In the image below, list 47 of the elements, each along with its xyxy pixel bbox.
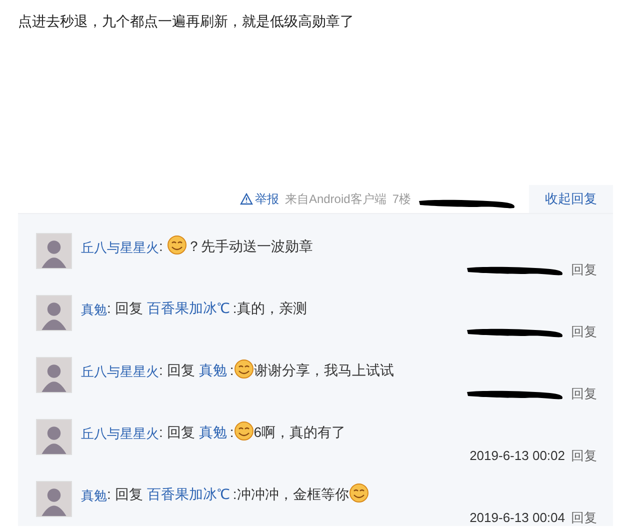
user-link[interactable]: 真勉 (81, 486, 107, 505)
user-link[interactable]: 真勉 (198, 422, 227, 443)
colon-text: : (107, 299, 111, 318)
user-link[interactable]: 丘八与星星火 (81, 362, 159, 381)
reply-prefix: 回复 (166, 361, 195, 380)
reply-link[interactable]: 回复 (571, 260, 597, 280)
colon-text: : (107, 485, 111, 504)
reply-time: 2019-6-13 00:04 (470, 509, 565, 526)
avatar-icon (36, 357, 72, 393)
floor-label: 7楼 (392, 191, 411, 208)
reply-link[interactable]: 回复 (571, 508, 597, 526)
user-link[interactable]: 丘八与星星火 (81, 238, 159, 257)
reply-text: 6啊，真的有了 (254, 423, 346, 442)
user-link[interactable]: 百香果加冰℃ (146, 298, 230, 319)
reply-time: 2019-6-13 00:02 (470, 447, 565, 466)
avatar-icon (36, 233, 72, 269)
warning-icon (240, 193, 253, 205)
reply-text: : (230, 361, 234, 380)
user-link[interactable]: 百香果加冰℃ (146, 484, 230, 505)
smiley-icon (234, 359, 254, 379)
user-link[interactable]: 丘八与星星火 (81, 424, 159, 443)
report-link[interactable]: 举报 (240, 190, 279, 213)
reply-prefix: 回复 (114, 485, 143, 504)
user-link[interactable]: 真勉 (81, 300, 107, 319)
smiley-icon (166, 235, 187, 255)
reply-link[interactable]: 回复 (571, 446, 597, 466)
reply-text: ？先手动送一波勋章 (186, 237, 313, 256)
reply-text: :冲冲冲，金框等你 (232, 485, 349, 504)
smiley-icon (234, 421, 254, 441)
reply-link[interactable]: 回复 (571, 322, 597, 342)
reply-link[interactable]: 回复 (571, 384, 597, 404)
user-link[interactable]: 真勉 (198, 360, 227, 381)
reply-text: 谢谢分享，我马上试试 (254, 361, 394, 380)
avatar-icon (36, 295, 72, 331)
reply-text: :真的，亲测 (232, 299, 307, 318)
colon-text: : (159, 423, 163, 442)
collapse-replies-tab[interactable]: 收起回复 (529, 185, 613, 213)
post-text: 点进去秒退，九个都点一遍再刷新，就是低级高勋章了 (18, 12, 355, 31)
colon-text: : (159, 237, 163, 256)
avatar-icon (36, 419, 72, 455)
smiley-icon (348, 483, 369, 503)
reply-text: : (230, 423, 234, 442)
reply-prefix: 回复 (166, 423, 195, 442)
colon-text: : (159, 361, 163, 380)
source-label: 来自Android客户端 (284, 191, 386, 208)
avatar-icon (36, 481, 72, 517)
reply-prefix: 回复 (114, 299, 143, 318)
